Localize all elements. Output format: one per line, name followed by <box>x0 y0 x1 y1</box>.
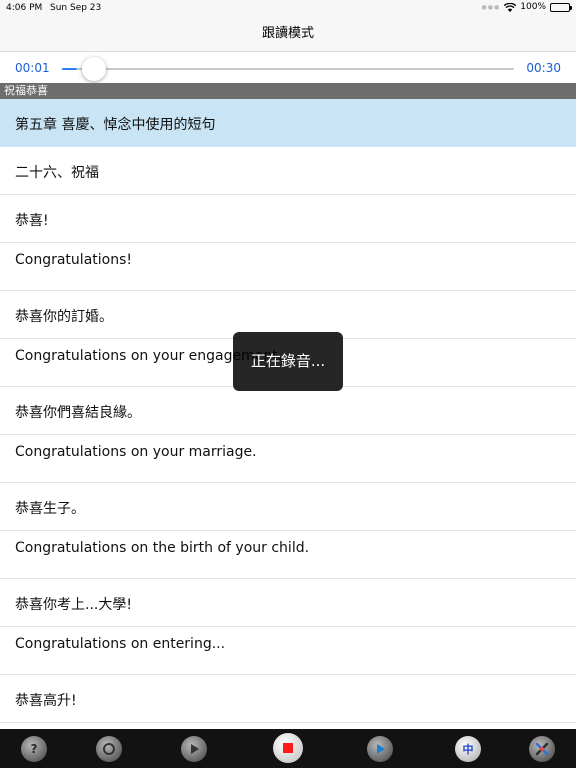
language-button[interactable]: 中 <box>455 736 481 762</box>
progress-fill <box>62 68 77 70</box>
language-icon: 中 <box>462 743 474 756</box>
play-icon <box>191 744 199 754</box>
stop-record-button[interactable] <box>273 733 303 763</box>
list-item-text: Congratulations on your marriage. <box>15 444 257 460</box>
status-bar: 4:06 PM Sun Sep 23 ●●● 100% <box>0 0 576 16</box>
list-item[interactable]: 恭喜你們喜結良緣。 <box>0 387 576 435</box>
list-item-text: 恭喜你考上...大學! <box>15 597 132 613</box>
repeat-button[interactable] <box>96 736 122 762</box>
list-item[interactable]: 恭喜生子。 <box>0 483 576 531</box>
list-item[interactable]: 二十六、祝福 <box>0 147 576 195</box>
list-item[interactable]: Congratulations! <box>0 243 576 291</box>
duration-time: 00:30 <box>526 61 561 75</box>
recording-toast: 正在錄音... <box>233 332 343 391</box>
list-item-text: Congratulations! <box>15 252 132 268</box>
battery-percent: 100% <box>520 2 546 12</box>
list-item[interactable]: 恭喜! <box>0 195 576 243</box>
list-item[interactable]: Congratulations on entering... <box>0 627 576 675</box>
play-recording-button[interactable] <box>367 736 393 762</box>
list-item-text: Congratulations on entering... <box>15 636 226 652</box>
settings-icon <box>535 742 549 756</box>
list-item-text: Congratulations on the birth of your chi… <box>15 540 310 556</box>
list-item-selected[interactable]: 第五章 喜慶、悼念中使用的短句 <box>0 99 576 147</box>
signal-dots-icon: ●●● <box>481 3 501 11</box>
status-time: 4:06 PM <box>6 3 43 13</box>
play-recording-icon <box>377 744 385 754</box>
page-title: 跟讀模式 <box>261 26 314 41</box>
list-item-text: 恭喜! <box>15 213 49 229</box>
audio-player: 00:01 00:30 <box>0 53 576 83</box>
help-icon: ? <box>30 742 38 756</box>
section-header: 祝福恭喜 <box>0 83 576 99</box>
status-right: ●●● 100% <box>481 2 572 12</box>
list-item-text: 恭喜高升! <box>15 693 77 709</box>
list-item-text: 二十六、祝福 <box>15 165 99 181</box>
play-button[interactable] <box>181 736 207 762</box>
list-item-text: 恭喜你們喜結良緣。 <box>15 405 141 421</box>
status-date: Sun Sep 23 <box>50 3 102 13</box>
elapsed-time: 00:01 <box>15 61 50 75</box>
progress-thumb[interactable] <box>81 57 106 81</box>
bottom-toolbar: ? 中 <box>0 729 576 768</box>
battery-icon <box>550 2 572 12</box>
list-item-text: 恭喜生子。 <box>15 501 85 517</box>
phrase-list[interactable]: 第五章 喜慶、悼念中使用的短句 二十六、祝福 恭喜! Congratulatio… <box>0 99 576 729</box>
list-item-text: 恭喜你的訂婚。 <box>15 309 113 325</box>
progress-slider[interactable] <box>62 57 514 81</box>
stop-record-icon <box>283 743 293 753</box>
navigation-bar: 跟讀模式 <box>0 16 576 52</box>
list-item[interactable]: Congratulations on the birth of your chi… <box>0 531 576 579</box>
settings-button[interactable] <box>529 736 555 762</box>
wifi-icon <box>504 2 517 12</box>
list-item[interactable]: 恭喜高升! <box>0 675 576 723</box>
list-item[interactable]: Congratulations on your marriage. <box>0 435 576 483</box>
list-item[interactable]: 恭喜你考上...大學! <box>0 579 576 627</box>
list-item-text: 第五章 喜慶、悼念中使用的短句 <box>15 117 216 133</box>
help-button[interactable]: ? <box>21 736 47 762</box>
repeat-icon <box>103 743 115 755</box>
